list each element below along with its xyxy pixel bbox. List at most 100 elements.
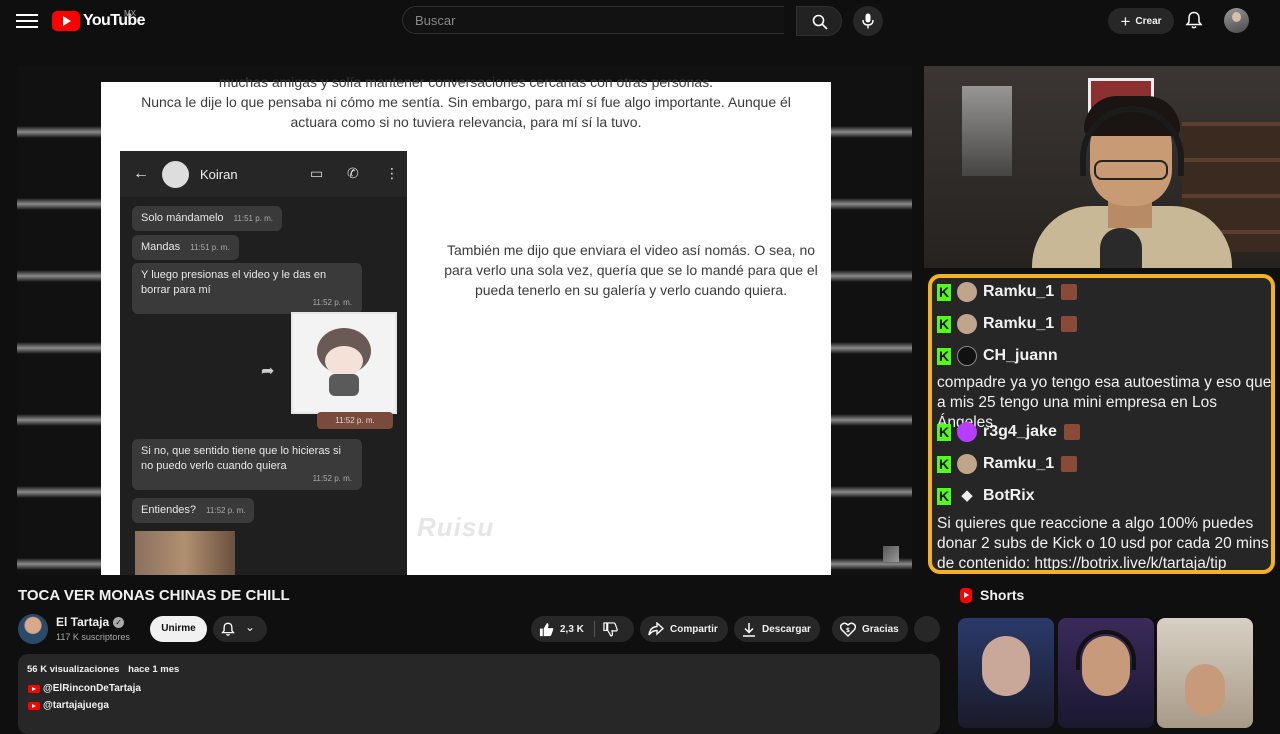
image-thumbnail bbox=[135, 531, 235, 575]
player-corner-thumbnail bbox=[883, 546, 899, 562]
like-divider bbox=[593, 621, 595, 637]
back-arrow-icon: ← bbox=[133, 165, 149, 182]
like-icon[interactable] bbox=[539, 622, 554, 637]
user-avatar bbox=[957, 346, 977, 366]
video-player[interactable]: muchas amigas y solía mantener conversac… bbox=[17, 66, 912, 575]
doc-line: Nunca le dije lo que pensaba ni cómo me … bbox=[141, 94, 791, 110]
kick-badge-icon: K bbox=[937, 315, 951, 333]
doc-partial-line: muchas amigas y solía mantener conversac… bbox=[218, 74, 714, 90]
phone-icon: ✆ bbox=[347, 165, 359, 181]
super-thanks-icon: $ bbox=[840, 622, 856, 637]
user-avatar bbox=[957, 454, 977, 474]
chat-bubble: Entiendes? 11:52 p. m. bbox=[132, 498, 255, 523]
thanks-button[interactable]: $ Gracias bbox=[832, 616, 908, 642]
chat-username: r3g4_jake bbox=[983, 423, 1057, 440]
notifications-button[interactable] bbox=[1185, 11, 1203, 35]
bot-icon: ◆ bbox=[961, 487, 973, 504]
chat-screenshot: ← Koiran ▭ ✆ ⋮ Solo mándamelo 11:51 p. m.… bbox=[120, 151, 407, 575]
menu-icon[interactable] bbox=[16, 11, 38, 31]
document-top-text: muchas amigas y solía mantener conversac… bbox=[101, 74, 831, 132]
emote-icon bbox=[1061, 456, 1078, 472]
search-input[interactable] bbox=[402, 6, 784, 34]
subscription-notifications-button[interactable]: ⌄ bbox=[213, 616, 267, 642]
chat-bubble: Solo mándamelo 11:51 p. m. bbox=[132, 206, 282, 231]
live-chat-overlay: K Ramku_1 K Ramku_1 K CH_juann compadre … bbox=[928, 274, 1275, 574]
youtube-small-icon bbox=[28, 701, 40, 710]
streamer-webcam bbox=[924, 66, 1280, 268]
download-icon bbox=[743, 622, 755, 637]
contact-avatar bbox=[162, 161, 189, 188]
video-call-icon: ▭ bbox=[310, 165, 324, 181]
image-timestamp: 11:52 p. m. bbox=[317, 412, 393, 429]
chat-username-line: K Ramku_1 bbox=[937, 278, 1078, 306]
sticker-image bbox=[291, 312, 397, 414]
channel-link[interactable]: @ElRinconDeTartaja bbox=[28, 683, 141, 694]
short-thumbnail[interactable] bbox=[958, 618, 1054, 728]
create-button[interactable]: + Crear bbox=[1108, 8, 1174, 34]
chat-username-line: K Ramku_1 bbox=[937, 310, 1078, 338]
more-vertical-icon: ⋮ bbox=[385, 165, 399, 181]
channel-link[interactable]: @tartajajuega bbox=[28, 700, 109, 711]
chat-username: BotRix bbox=[983, 487, 1035, 504]
upload-age: hace 1 mes bbox=[128, 664, 180, 675]
youtube-small-icon bbox=[28, 684, 40, 693]
emote-icon bbox=[1061, 284, 1078, 300]
kick-badge-icon: K bbox=[937, 423, 951, 441]
channel-name: El Tartaja bbox=[56, 615, 110, 629]
user-avatar bbox=[957, 282, 977, 302]
video-stats: 56 K visualizaciones hace 1 mes bbox=[27, 664, 185, 675]
thanks-label: Gracias bbox=[862, 623, 899, 635]
more-actions-button[interactable] bbox=[914, 616, 940, 642]
dislike-icon[interactable] bbox=[603, 621, 618, 637]
top-bar: YouTube MX + Crear bbox=[0, 0, 1280, 42]
chat-username-line: K ◆ BotRix bbox=[937, 482, 1035, 510]
document-frame: muchas amigas y solía mantener conversac… bbox=[101, 74, 831, 575]
plus-icon: + bbox=[1120, 11, 1131, 31]
watermark: Ruisu bbox=[417, 512, 495, 542]
bell-icon bbox=[221, 622, 235, 636]
doc-line: para verlo una sola vez, quería que se l… bbox=[444, 262, 818, 278]
svg-text:$: $ bbox=[846, 627, 850, 634]
chat-username-line: K CH_juann bbox=[937, 342, 1058, 370]
subscriber-count: 117 K suscriptores bbox=[56, 632, 130, 642]
share-button[interactable]: Compartir bbox=[640, 616, 728, 642]
chat-bubble: Mandas 11:51 p. m. bbox=[132, 235, 239, 260]
download-button[interactable]: Descargar bbox=[734, 616, 820, 642]
like-count[interactable]: 2,3 K bbox=[560, 624, 584, 635]
chat-username-line: K Ramku_1 bbox=[937, 450, 1078, 478]
forward-icon: ➦ bbox=[261, 363, 275, 380]
chat-username: Ramku_1 bbox=[983, 283, 1055, 300]
kick-badge-icon: K bbox=[937, 283, 951, 301]
share-label: Compartir bbox=[670, 623, 718, 635]
description-box[interactable]: 56 K visualizaciones hace 1 mes @ElRinco… bbox=[18, 654, 940, 734]
document-side-text: También me dijo que enviara el video así… bbox=[431, 240, 831, 300]
chat-username: Ramku_1 bbox=[983, 315, 1055, 332]
user-avatar bbox=[957, 422, 977, 442]
shorts-heading: Shorts bbox=[960, 587, 1024, 603]
contact-name: Koiran bbox=[200, 167, 238, 182]
user-avatar bbox=[957, 314, 977, 334]
youtube-play-icon bbox=[52, 11, 80, 31]
voice-search-button[interactable] bbox=[853, 6, 883, 36]
kick-badge-icon: K bbox=[937, 455, 951, 473]
channel-avatar[interactable] bbox=[18, 614, 48, 644]
chat-username: CH_juann bbox=[983, 347, 1058, 364]
search-icon bbox=[812, 14, 828, 30]
short-thumbnail[interactable] bbox=[1157, 618, 1253, 728]
chat-username-line: K r3g4_jake bbox=[937, 418, 1080, 446]
chat-bubble: Y luego presionas el video y le das en b… bbox=[132, 263, 362, 314]
chat-username: Ramku_1 bbox=[983, 455, 1055, 472]
channel-name-link[interactable]: El Tartaja ✓ bbox=[56, 615, 125, 629]
short-thumbnail[interactable] bbox=[1058, 618, 1154, 728]
create-label: Crear bbox=[1135, 15, 1162, 27]
region-code: MX bbox=[124, 9, 136, 18]
video-title: TOCA VER MONAS CHINAS DE CHILL bbox=[18, 587, 290, 604]
view-count: 56 K visualizaciones bbox=[27, 664, 120, 675]
search-button[interactable] bbox=[796, 6, 842, 36]
account-avatar[interactable] bbox=[1224, 8, 1249, 33]
join-button[interactable]: Unirme bbox=[150, 616, 207, 642]
emote-icon bbox=[1061, 316, 1078, 332]
doc-line: pueda tenerlo en su galería y verlo cuan… bbox=[474, 282, 788, 298]
share-icon bbox=[648, 622, 664, 636]
chat-bubble: Si no, que sentido tiene que lo hicieras… bbox=[132, 439, 362, 490]
